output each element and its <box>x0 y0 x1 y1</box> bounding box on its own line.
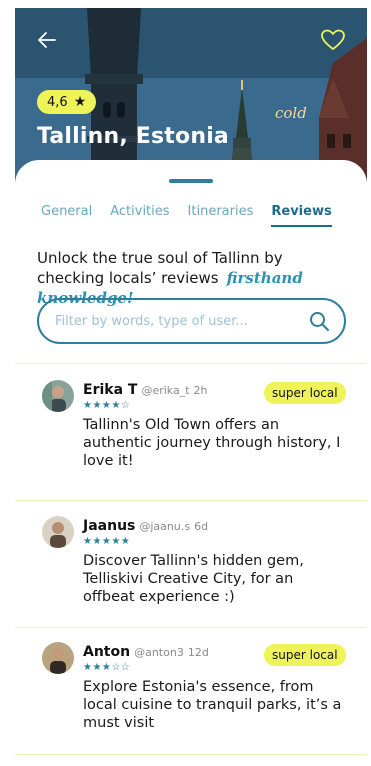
app-screen: 4,6 ★ Tallinn, Estonia cold General Acti… <box>15 8 367 760</box>
rating-badge: 4,6 ★ <box>37 90 97 114</box>
reviewer-handle: @jaanu.s <box>139 520 191 533</box>
divider <box>15 500 367 501</box>
reviewer-handle: @anton3 <box>134 646 184 659</box>
review-header: Erika T @erika_t 2h <box>83 382 208 398</box>
reviewer-name[interactable]: Jaanus <box>83 518 135 534</box>
heart-outline-icon <box>321 29 345 50</box>
reviewer-name[interactable]: Anton <box>83 644 130 660</box>
review-header: Anton @anton3 12d <box>83 644 209 660</box>
tab-activities[interactable]: Activities <box>110 204 169 227</box>
divider <box>15 363 367 364</box>
review-time: 12d <box>187 646 209 659</box>
avatar[interactable] <box>42 380 74 412</box>
avatar[interactable] <box>42 642 74 674</box>
reviewer-name[interactable]: Erika T <box>83 382 137 398</box>
review-item: Anton @anton3 12d ★★★☆☆ super local Expl… <box>15 642 367 752</box>
search-bar <box>37 298 346 344</box>
review-item: Jaanus @jaanu.s 6d ★★★★★ Discover Tallin… <box>15 516 367 626</box>
review-time: 2h <box>193 384 208 397</box>
review-time: 6d <box>194 520 209 533</box>
search-icon[interactable] <box>308 310 330 332</box>
back-button[interactable] <box>35 28 59 52</box>
divider <box>15 627 367 628</box>
page-title: Tallinn, Estonia <box>37 124 229 149</box>
divider <box>15 754 367 755</box>
content-sheet: General Activities Itineraries Reviews U… <box>15 160 367 760</box>
search-input[interactable] <box>55 313 308 329</box>
tab-bar: General Activities Itineraries Reviews <box>41 204 332 227</box>
drag-handle[interactable] <box>169 179 213 183</box>
tab-itineraries[interactable]: Itineraries <box>188 204 254 227</box>
tab-reviews[interactable]: Reviews <box>271 204 332 227</box>
rating-value: 4,6 <box>47 94 68 110</box>
review-item: Erika T @erika_t 2h ★★★★☆ super local Ta… <box>15 380 367 490</box>
weather-label: cold <box>275 104 307 122</box>
review-stars: ★★★★☆ <box>83 400 131 411</box>
review-stars: ★★★★★ <box>83 536 131 547</box>
arrow-left-icon <box>38 32 56 48</box>
review-text: Discover Tallinn's hidden gem, Telliskiv… <box>83 553 304 605</box>
favorite-button[interactable] <box>320 28 346 52</box>
avatar[interactable] <box>42 516 74 548</box>
review-text: Explore Estonia's essence, from local cu… <box>83 679 342 731</box>
review-header: Jaanus @jaanu.s 6d <box>83 518 208 534</box>
star-icon: ★ <box>73 94 87 110</box>
reviewer-handle: @erika_t <box>141 384 190 397</box>
review-stars: ★★★☆☆ <box>83 662 131 673</box>
tab-general[interactable]: General <box>41 204 92 227</box>
super-local-badge: super local <box>264 644 346 666</box>
review-text: Tallinn's Old Town offers an authentic j… <box>83 417 341 469</box>
super-local-badge: super local <box>264 382 346 404</box>
